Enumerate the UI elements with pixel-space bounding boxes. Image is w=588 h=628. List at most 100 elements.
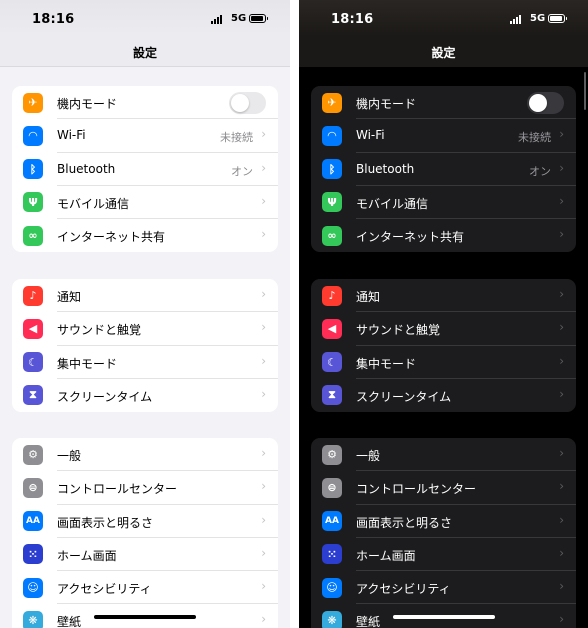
settings-row-airplane[interactable]: ✈ 機内モード <box>311 86 576 120</box>
wifi-icon: ◠ <box>322 125 342 146</box>
settings-row-wifi[interactable]: ◠ Wi-Fi 未接続 › <box>311 119 576 153</box>
settings-row-focus[interactable]: ☾ 集中モード › <box>311 346 576 379</box>
settings-row-screentime[interactable]: ⧗ スクリーンタイム › <box>311 379 576 412</box>
settings-row-accessibility[interactable]: ☺ アクセシビリティ › <box>12 571 278 605</box>
settings-row-label: Bluetooth <box>356 161 415 176</box>
settings-row-label: サウンドと触覚 <box>356 323 441 338</box>
accessibility-icon: ☺ <box>322 577 342 598</box>
chevron-right-icon: › <box>559 612 564 627</box>
settings-row-label: 壁紙 <box>57 615 82 628</box>
settings-row-value: 未接続 <box>518 131 551 145</box>
chevron-right-icon: › <box>559 193 564 208</box>
settings-row-control[interactable]: ⊜ コントロールセンター › <box>311 471 576 505</box>
settings-row-mobile[interactable]: Ψ モバイル通信 › <box>12 186 278 220</box>
antenna-icon: Ψ <box>322 192 342 213</box>
settings-row-label: アクセシビリティ <box>356 582 451 597</box>
chevron-right-icon: › <box>261 579 266 594</box>
switches-icon: ⊜ <box>322 477 342 498</box>
settings-row-sounds[interactable]: ◀ サウンドと触覚 › <box>311 312 576 346</box>
home-indicator[interactable] <box>94 615 196 619</box>
link-icon: ∞ <box>322 225 342 246</box>
chevron-right-icon: › <box>261 512 266 527</box>
status-time: 18:16 <box>32 12 75 27</box>
settings-row-accessibility[interactable]: ☺ アクセシビリティ › <box>311 571 576 605</box>
settings-row-home[interactable]: ⁙ ホーム画面 › <box>12 538 278 572</box>
navigation-bar: 設定 <box>299 36 588 67</box>
chevron-right-icon: › <box>559 579 564 594</box>
settings-row-value: オン <box>231 164 253 178</box>
network-type: 5G <box>530 13 546 24</box>
settings-row-general[interactable]: ⚙ 一般 › <box>311 438 576 472</box>
scroll-indicator <box>584 72 586 110</box>
settings-row-control[interactable]: ⊜ コントロールセンター › <box>12 471 278 505</box>
settings-row-bluetooth[interactable]: ᛒ Bluetooth オン › <box>12 153 278 186</box>
settings-row-label: 機内モード <box>356 97 417 111</box>
settings-row-label: Wi-Fi <box>356 128 385 143</box>
battery-icon <box>249 14 268 23</box>
settings-row-screentime[interactable]: ⧗ スクリーンタイム › <box>12 379 278 412</box>
chevron-right-icon: › <box>559 353 564 368</box>
settings-row-label: ホーム画面 <box>356 548 416 563</box>
settings-row-label: 通知 <box>356 290 381 304</box>
chevron-right-icon: › <box>261 227 266 242</box>
status-time: 18:16 <box>331 12 374 27</box>
settings-row-mobile[interactable]: Ψ モバイル通信 › <box>311 186 576 220</box>
gear-icon: ⚙ <box>322 444 342 465</box>
settings-row-display[interactable]: AA 画面表示と明るさ › <box>311 505 576 538</box>
hourglass-icon: ⧗ <box>23 385 43 406</box>
bell-icon: ♪ <box>23 285 43 306</box>
chevron-right-icon: › <box>261 545 266 560</box>
chevron-right-icon: › <box>559 160 564 175</box>
chevron-right-icon: › <box>559 512 564 527</box>
settings-row-notifications[interactable]: ♪ 通知 › <box>311 279 576 313</box>
chevron-right-icon: › <box>559 320 564 335</box>
flower-icon: ❋ <box>23 610 43 628</box>
link-icon: ∞ <box>23 225 43 246</box>
settings-row-label: 集中モード <box>356 356 417 371</box>
chevron-right-icon: › <box>261 193 266 208</box>
cellular-signal-icon <box>510 15 521 24</box>
settings-group: ♪ 通知 › ◀ サウンドと触覚 › ☾ 集中モード › ⧗ スクリーンタイム › <box>311 279 576 413</box>
settings-light-mode: 18:16 5G 設定 ✈ 機内モード ◠ Wi-Fi 未接続 › ᛒ Bluetooth オン › Ψ モ… <box>0 0 290 628</box>
moon-icon: ☾ <box>23 352 43 373</box>
settings-group: ⚙ 一般 › ⊜ コントロールセンター › AA 画面表示と明るさ › ⁙ ホーム画面 › ☺ アクセシビ… <box>12 438 278 628</box>
settings-row-label: モバイル通信 <box>356 196 429 211</box>
chevron-right-icon: › <box>261 612 266 627</box>
settings-row-airplane[interactable]: ✈ 機内モード <box>12 86 278 120</box>
page-title: 設定 <box>431 46 456 60</box>
settings-row-hotspot[interactable]: ∞ インターネット共有 › <box>311 219 576 252</box>
chevron-right-icon: › <box>559 386 564 401</box>
airplane-mode-toggle[interactable] <box>527 92 564 114</box>
settings-row-bluetooth[interactable]: ᛒ Bluetooth オン › <box>311 153 576 186</box>
settings-row-label: インターネット共有 <box>356 230 465 245</box>
settings-dark-mode: 18:16 5G 設定 ✈ 機内モード ◠ Wi-Fi 未接続 › ᛒ Bluetooth オン › Ψ モ… <box>299 0 588 628</box>
settings-row-focus[interactable]: ☾ 集中モード › <box>12 346 278 379</box>
flower-icon: ❋ <box>322 610 342 628</box>
home-indicator[interactable] <box>393 615 495 619</box>
chevron-right-icon: › <box>261 353 266 368</box>
settings-row-wifi[interactable]: ◠ Wi-Fi 未接続 › <box>12 119 278 153</box>
settings-row-label: アクセシビリティ <box>57 582 152 597</box>
airplane-mode-toggle[interactable] <box>229 92 266 114</box>
chevron-right-icon: › <box>261 479 266 494</box>
settings-row-label: 機内モード <box>57 97 118 111</box>
bell-icon: ♪ <box>322 285 342 306</box>
settings-row-label: Bluetooth <box>57 161 116 176</box>
wifi-icon: ◠ <box>23 125 43 146</box>
antenna-icon: Ψ <box>23 192 43 213</box>
chevron-right-icon: › <box>559 446 564 460</box>
settings-row-label: 一般 <box>356 449 381 463</box>
status-bar: 18:16 5G <box>0 0 290 36</box>
settings-row-general[interactable]: ⚙ 一般 › <box>12 438 278 472</box>
settings-row-hotspot[interactable]: ∞ インターネット共有 › <box>12 219 278 252</box>
settings-row-label: コントロールセンター <box>57 482 178 497</box>
settings-row-sounds[interactable]: ◀ サウンドと触覚 › <box>12 312 278 346</box>
settings-row-home[interactable]: ⁙ ホーム画面 › <box>311 538 576 572</box>
settings-row-label: コントロールセンター <box>356 482 477 497</box>
settings-group: ✈ 機内モード ◠ Wi-Fi 未接続 › ᛒ Bluetooth オン › Ψ モバイル通信 › ∞ イン… <box>12 86 278 253</box>
settings-row-notifications[interactable]: ♪ 通知 › <box>12 279 278 313</box>
settings-row-label: サウンドと触覚 <box>57 323 142 338</box>
gear-icon: ⚙ <box>23 444 43 465</box>
settings-row-display[interactable]: AA 画面表示と明るさ › <box>12 505 278 538</box>
chevron-right-icon: › <box>261 160 266 175</box>
